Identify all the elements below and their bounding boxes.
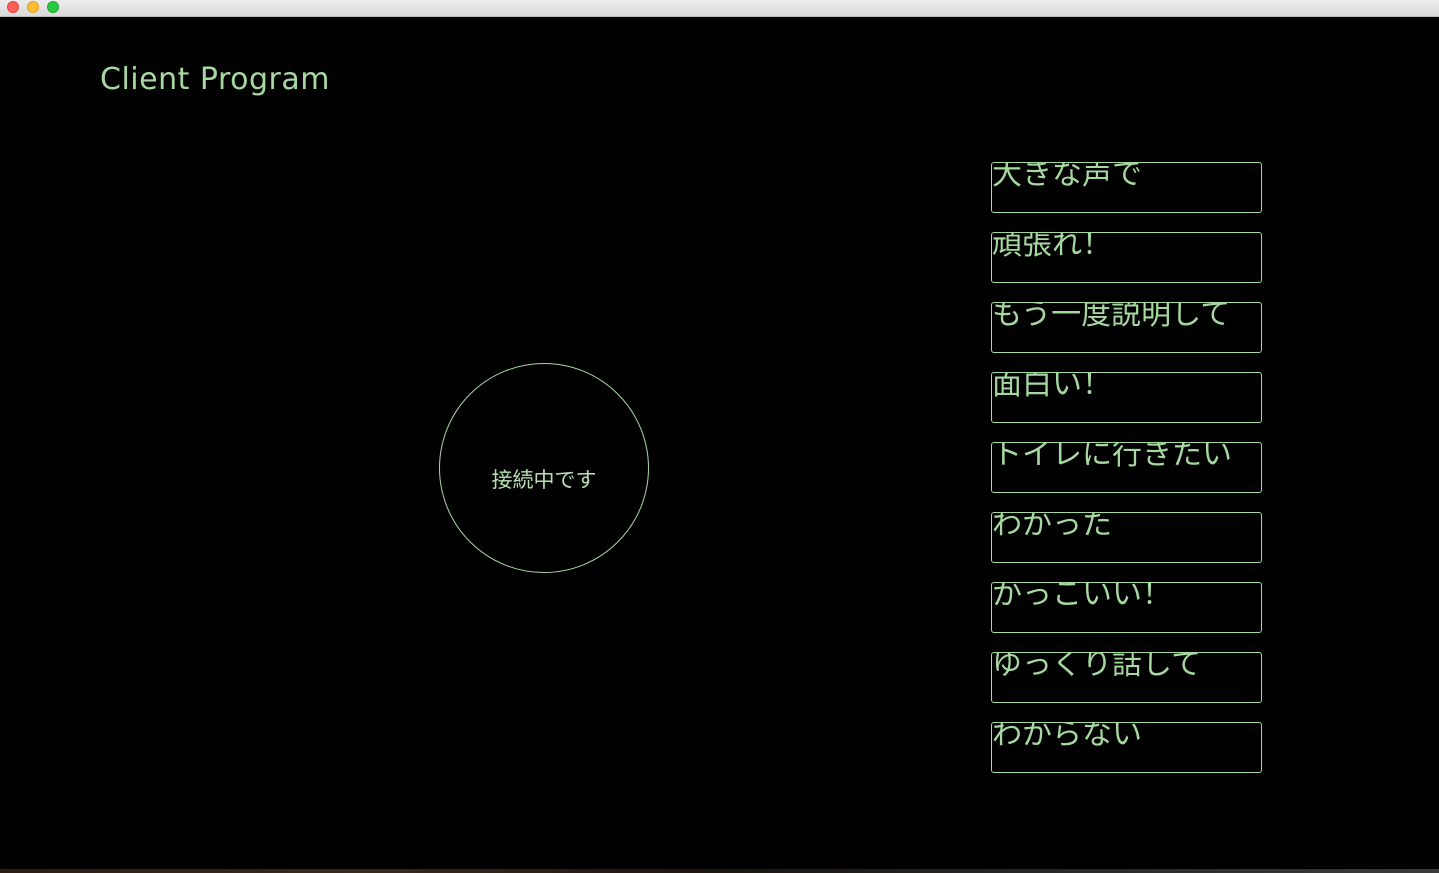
- phrase-button-understood[interactable]: わかった: [991, 512, 1262, 563]
- app-title: Client Program: [100, 62, 330, 97]
- connection-status-text: 接続中です: [491, 468, 597, 492]
- phrase-button-label: 面白い！: [992, 372, 1112, 402]
- connection-status-indicator: 接続中です: [439, 363, 649, 573]
- phrase-button-dont-understand[interactable]: わからない: [991, 722, 1262, 773]
- app-window: Client Program 接続中です 大きな声で 頑張れ！ もう一度説明して…: [0, 0, 1439, 873]
- phrase-button-do-your-best[interactable]: 頑張れ！: [991, 232, 1262, 283]
- phrase-button-label: ゆっくり話して: [992, 652, 1202, 682]
- desktop-edge: [0, 869, 1439, 873]
- phrase-button-restroom[interactable]: トイレに行きたい: [991, 442, 1262, 493]
- zoom-window-button[interactable]: [47, 1, 59, 13]
- close-window-button[interactable]: [7, 1, 19, 13]
- window-titlebar[interactable]: [0, 0, 1439, 17]
- phrase-button-label: わからない: [992, 722, 1142, 752]
- minimize-window-button[interactable]: [27, 1, 39, 13]
- phrase-button-explain-again[interactable]: もう一度説明して: [991, 302, 1262, 353]
- phrase-button-label: トイレに行きたい: [992, 442, 1232, 472]
- phrase-button-label: 頑張れ！: [992, 232, 1112, 262]
- phrase-button-label: わかった: [992, 512, 1112, 542]
- phrase-button-louder[interactable]: 大きな声で: [991, 162, 1262, 213]
- phrase-button-cool[interactable]: かっこいい！: [991, 582, 1262, 633]
- phrase-button-speak-slowly[interactable]: ゆっくり話して: [991, 652, 1262, 703]
- phrase-button-list: 大きな声で 頑張れ！ もう一度説明して 面白い！ トイレに行きたい わかった か…: [991, 162, 1262, 792]
- phrase-button-interesting[interactable]: 面白い！: [991, 372, 1262, 423]
- phrase-button-label: 大きな声で: [992, 162, 1142, 192]
- phrase-button-label: もう一度説明して: [992, 302, 1231, 332]
- phrase-button-label: かっこいい！: [992, 582, 1172, 612]
